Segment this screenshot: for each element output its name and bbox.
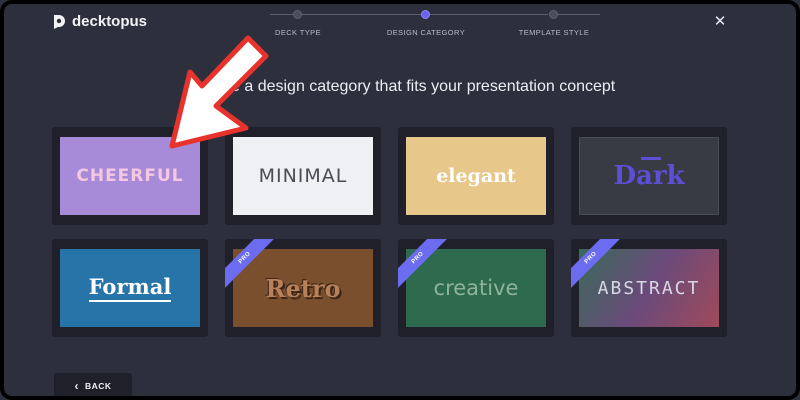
category-thumbnail: creative	[406, 249, 546, 327]
category-thumbnail: Dark	[579, 137, 719, 215]
category-label: elegant	[436, 165, 516, 187]
step-dot-deck-type[interactable]	[293, 10, 302, 19]
close-icon[interactable]: ✕	[713, 14, 727, 29]
stepper-line	[302, 14, 422, 15]
category-thumbnail: Retro	[233, 249, 373, 327]
decktopus-logo[interactable]: decktopus	[52, 13, 147, 30]
category-label: Dark	[613, 157, 685, 191]
category-card-elegant[interactable]: elegant	[398, 127, 554, 225]
page-title: Choose a design category that fits your …	[184, 78, 616, 95]
decktopus-logo-icon	[54, 14, 65, 29]
category-card-cheerful[interactable]: CHEERFUL	[52, 127, 208, 225]
stepper-line	[430, 14, 548, 15]
back-button[interactable]: ‹ BACK	[54, 373, 132, 399]
category-label: Formal	[88, 274, 172, 302]
category-label: CHEERFUL	[76, 166, 184, 186]
category-label: ABSTRACT	[597, 277, 701, 299]
category-thumbnail: ABSTRACT	[579, 249, 719, 327]
step-dot-template-style[interactable]	[549, 10, 558, 19]
category-thumbnail: CHEERFUL	[60, 137, 200, 215]
category-label: MINIMAL	[258, 165, 348, 187]
step-label-deck-type[interactable]: DECK TYPE	[275, 28, 321, 37]
category-card-abstract[interactable]: ABSTRACT PRO	[571, 239, 727, 337]
category-thumbnail: elegant	[406, 137, 546, 215]
back-button-label: BACK	[84, 381, 112, 391]
category-card-retro[interactable]: Retro PRO	[225, 239, 381, 337]
category-thumbnail: MINIMAL	[233, 137, 373, 215]
category-card-dark[interactable]: Dark	[571, 127, 727, 225]
brand-name: decktopus	[72, 13, 148, 30]
category-card-minimal[interactable]: MINIMAL	[225, 127, 381, 225]
step-dot-design-category[interactable]	[421, 10, 430, 19]
category-label: Retro	[265, 273, 341, 303]
category-thumbnail: Formal	[60, 249, 200, 327]
chevron-left-icon: ‹	[74, 379, 79, 393]
stepper-line	[556, 14, 600, 15]
progress-stepper: DECK TYPE DESIGN CATEGORY TEMPLATE STYLE	[270, 10, 600, 40]
category-label: creative	[433, 276, 519, 300]
category-card-formal[interactable]: Formal	[52, 239, 208, 337]
step-label-design-category[interactable]: DESIGN CATEGORY	[387, 28, 465, 37]
category-card-creative[interactable]: creative PRO	[398, 239, 554, 337]
step-label-template-style[interactable]: TEMPLATE STYLE	[519, 28, 589, 37]
